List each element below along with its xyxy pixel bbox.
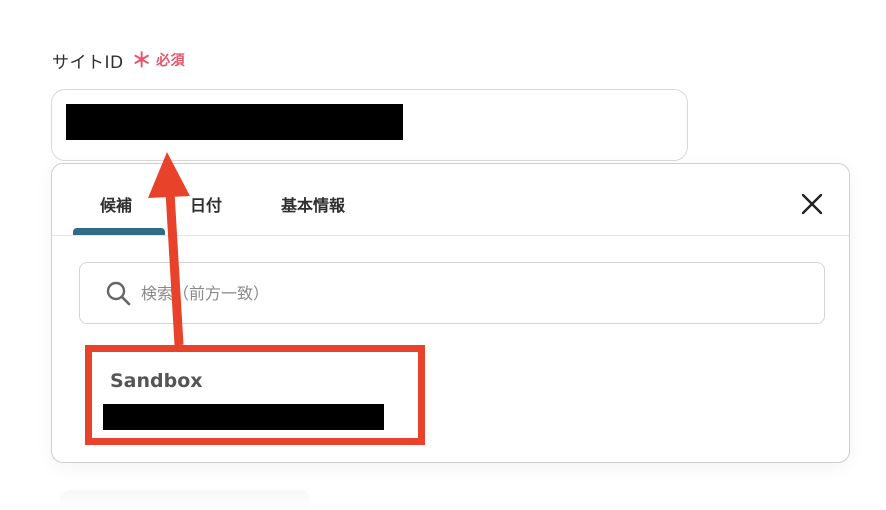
site-id-label: サイトID ＊ 必須 — [52, 47, 185, 73]
required-star: ＊ — [131, 48, 153, 72]
tab-bar: 候補 日付 基本情報 — [52, 164, 849, 236]
tab-candidates[interactable]: 候補 — [100, 192, 132, 216]
option-label: Sandbox — [110, 370, 203, 392]
candidate-dropdown: 候補 日付 基本情報 Sandbox — [51, 163, 850, 463]
search-icon — [105, 279, 133, 307]
required-badge: ＊ 必須 — [132, 50, 186, 70]
site-id-label-text: サイトID — [52, 52, 124, 73]
background-shadow — [60, 490, 310, 510]
redacted-option-id — [103, 404, 384, 430]
tab-basic-info[interactable]: 基本情報 — [281, 192, 345, 216]
close-button[interactable] — [796, 188, 828, 220]
search-input[interactable] — [139, 272, 803, 314]
active-tab-indicator — [73, 228, 165, 235]
search-box[interactable] — [79, 262, 825, 324]
site-id-input[interactable] — [51, 89, 688, 161]
option-sandbox[interactable]: Sandbox — [90, 350, 410, 440]
required-text: 必須 — [156, 53, 186, 69]
redacted-value — [66, 104, 403, 140]
close-icon — [801, 193, 823, 215]
tab-date[interactable]: 日付 — [190, 192, 222, 216]
